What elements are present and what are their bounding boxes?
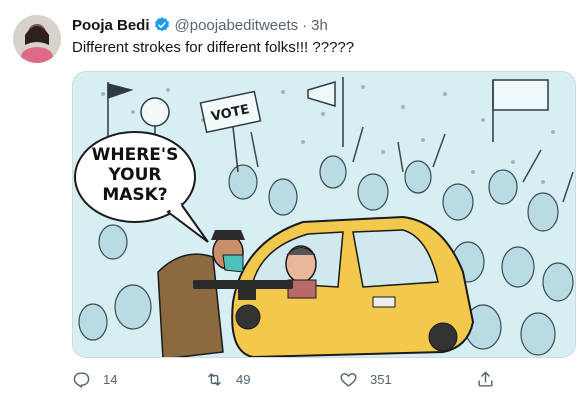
speech-bubble-line-3: MASK? bbox=[102, 185, 167, 205]
like-count: 351 bbox=[370, 372, 392, 387]
tweet-actions: 14 49 351 bbox=[72, 370, 512, 392]
tweet-image[interactable]: VOTE WHERE'S YOUR MASK? bbox=[72, 71, 576, 358]
separator-dot: · bbox=[302, 16, 308, 34]
retweet-icon bbox=[208, 373, 221, 386]
retweet-count: 49 bbox=[236, 372, 251, 387]
tweet-text: Different strokes for different folks!!!… bbox=[72, 39, 355, 56]
share-icon bbox=[478, 371, 493, 387]
author-handle[interactable]: @poojabeditweets bbox=[175, 17, 299, 34]
tweet-header: Pooja Bedi @poojabeditweets · 3h bbox=[72, 15, 328, 35]
tweet-card[interactable]: Pooja Bedi @poojabeditweets · 3h Differe… bbox=[0, 0, 584, 402]
like-button[interactable]: 351 bbox=[339, 370, 392, 389]
avatar[interactable] bbox=[13, 15, 61, 63]
verified-badge-icon bbox=[153, 16, 171, 34]
retweet-button[interactable]: 49 bbox=[205, 370, 250, 389]
author-name[interactable]: Pooja Bedi bbox=[72, 17, 150, 34]
tweet-timestamp[interactable]: 3h bbox=[311, 17, 328, 34]
reply-button[interactable]: 14 bbox=[72, 370, 117, 389]
share-button[interactable] bbox=[476, 370, 495, 389]
heart-icon bbox=[340, 373, 357, 387]
speech-bubble-line-2: YOUR bbox=[107, 165, 161, 185]
speech-bubble-line-1: WHERE'S bbox=[92, 145, 179, 165]
reply-icon bbox=[73, 372, 90, 388]
reply-count: 14 bbox=[103, 372, 118, 387]
